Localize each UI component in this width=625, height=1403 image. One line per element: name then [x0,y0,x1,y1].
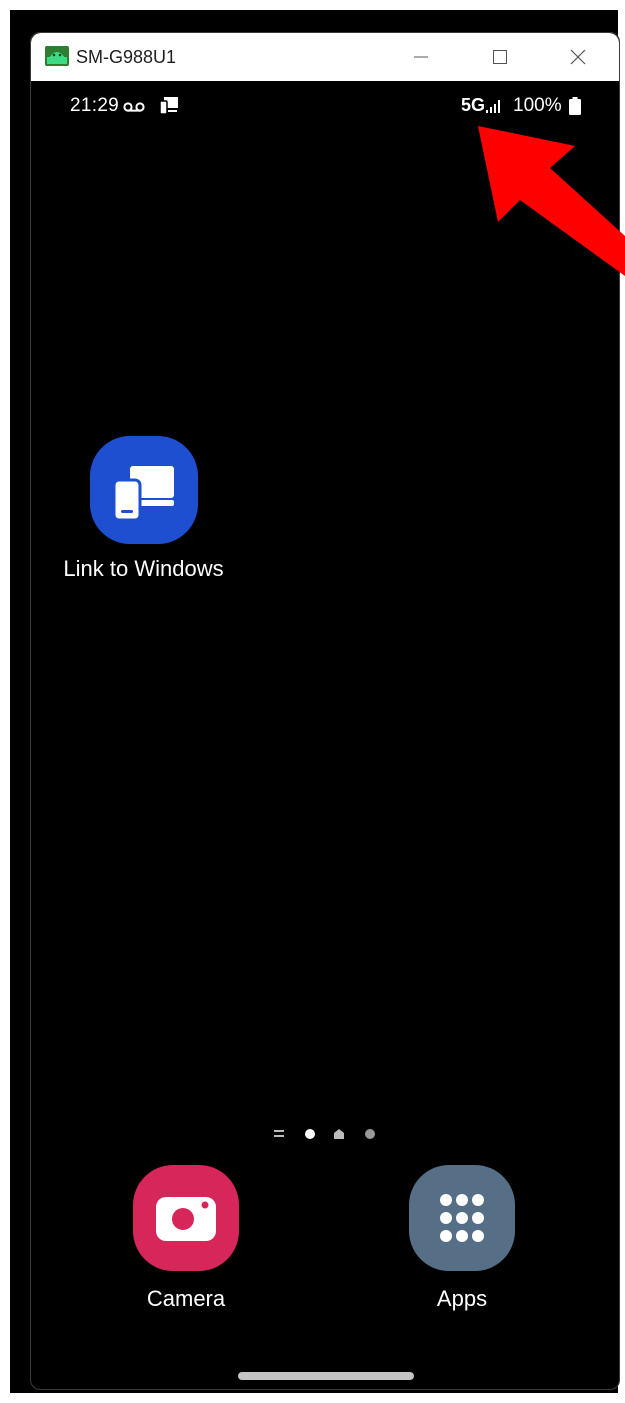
app-link-to-windows[interactable]: Link to Windows [41,436,246,582]
app-camera[interactable]: Camera [111,1165,261,1312]
window-title: SM-G988U1 [76,47,177,67]
android-icon [45,46,69,66]
window-titlebar[interactable]: SM-G988U1 [31,33,619,81]
app-label: Camera [146,1286,226,1311]
page-menu-icon [274,1130,284,1137]
maximize-icon [493,50,507,64]
app-label: Link to Windows [63,556,224,581]
network-indicator: 5G [461,95,486,115]
page-indicator[interactable] [274,1126,384,1142]
close-button[interactable] [543,33,613,81]
battery-icon [569,97,581,120]
annotation-arrow [478,126,625,276]
screen-mirror-icon [159,96,179,121]
link-to-windows-icon [89,436,198,544]
signal-bars-icon [486,98,506,119]
close-icon [570,49,586,65]
navigation-handle[interactable] [238,1372,414,1380]
voicemail-icon [123,100,145,118]
status-time: 21:29 [70,95,120,116]
status-bar[interactable]: 21:29 5G 100% [31,91,619,121]
app-drawer-button[interactable]: Apps [387,1165,537,1312]
camera-icon [133,1165,239,1271]
battery-percent: 100% [513,95,562,116]
minimize-icon [414,56,428,58]
app-label: Apps [436,1286,488,1311]
app-grid-icon [409,1165,515,1271]
minimize-button[interactable] [386,33,456,81]
maximize-button[interactable] [465,33,535,81]
page-dot [365,1129,375,1139]
page-dot-active [305,1129,315,1139]
home-page-icon [334,1129,344,1139]
